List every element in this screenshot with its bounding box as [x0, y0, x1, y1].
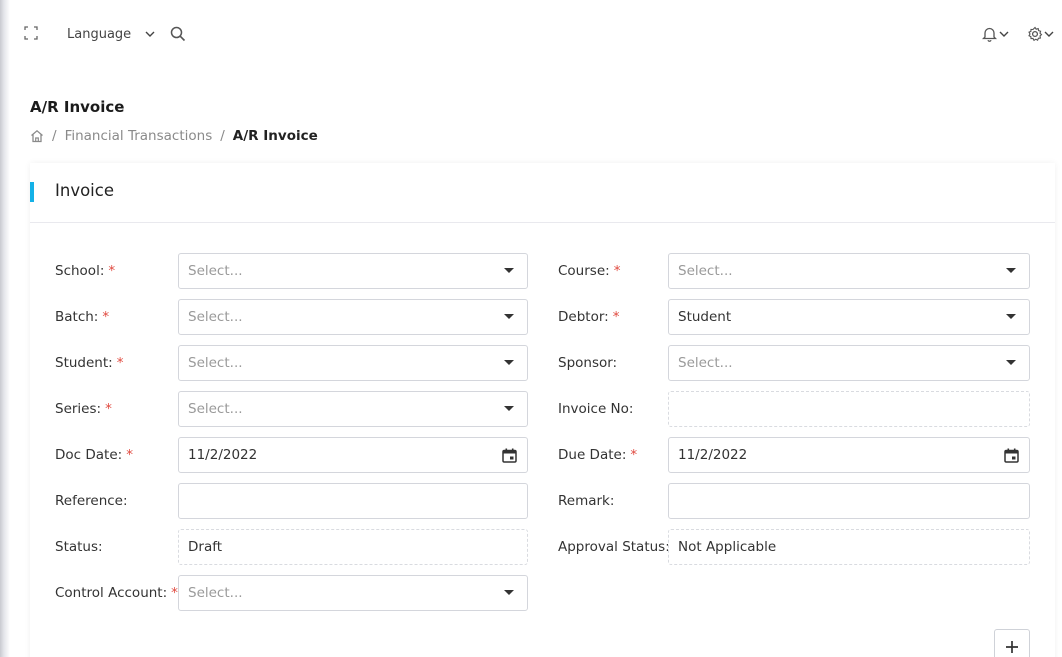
school-select[interactable]: Select... — [178, 253, 528, 289]
control-account-select[interactable]: Select... — [178, 575, 528, 611]
caret-down-icon — [504, 406, 514, 411]
due-date-input[interactable]: 11/2/2022 — [668, 437, 1030, 473]
breadcrumb-financial-transactions[interactable]: Financial Transactions — [65, 128, 213, 144]
bell-icon — [982, 27, 997, 42]
search-icon — [170, 26, 186, 42]
student-label: Student: * — [55, 355, 124, 371]
chevron-down-icon — [145, 31, 155, 37]
search-button[interactable] — [170, 25, 188, 43]
control-account-label: Control Account: * — [55, 585, 178, 601]
fullscreen-icon — [24, 26, 38, 40]
page-title: A/R Invoice — [30, 98, 125, 116]
calendar-icon[interactable] — [1004, 448, 1019, 463]
plus-icon — [1006, 641, 1018, 653]
gear-icon — [1028, 26, 1043, 42]
series-select[interactable]: Select... — [178, 391, 528, 427]
language-label: Language — [67, 26, 132, 42]
language-selector[interactable]: Language — [67, 24, 155, 44]
caret-down-icon — [504, 590, 514, 595]
school-label: School: * — [55, 263, 116, 279]
due-date-label: Due Date: * — [558, 447, 638, 463]
card-title: Invoice — [55, 181, 114, 200]
series-label: Series: * — [55, 401, 112, 417]
approval-status-label: Approval Status: — [558, 539, 670, 555]
caret-down-icon — [504, 360, 514, 365]
remark-input[interactable] — [668, 483, 1030, 519]
sponsor-select[interactable]: Select... — [668, 345, 1030, 381]
top-bar: Language — [0, 0, 1062, 66]
course-select[interactable]: Select... — [668, 253, 1030, 289]
chevron-down-icon — [999, 31, 1009, 37]
course-label: Course: * — [558, 263, 621, 279]
status-label: Status: — [55, 539, 103, 555]
breadcrumb-current: A/R Invoice — [232, 128, 318, 144]
breadcrumb-separator: / — [220, 128, 225, 144]
student-select[interactable]: Select... — [178, 345, 528, 381]
caret-down-icon — [1006, 360, 1016, 365]
home-icon[interactable] — [30, 129, 44, 143]
caret-down-icon — [1006, 314, 1016, 319]
invoice-no-label: Invoice No: — [558, 401, 634, 417]
debtor-label: Debtor: * — [558, 309, 620, 325]
sponsor-label: Sponsor: — [558, 355, 618, 371]
caret-down-icon — [504, 268, 514, 273]
notifications-button[interactable] — [982, 25, 1009, 43]
sidebar-edge-shadow — [0, 0, 10, 657]
card-header: Invoice — [30, 163, 1055, 223]
batch-label: Batch: * — [55, 309, 110, 325]
invoice-no-field — [668, 391, 1030, 427]
remark-label: Remark: — [558, 493, 615, 509]
doc-date-label: Doc Date: * — [55, 447, 133, 463]
doc-date-input[interactable]: 11/2/2022 — [178, 437, 528, 473]
breadcrumb-separator: / — [52, 128, 57, 144]
reference-input[interactable] — [178, 483, 528, 519]
status-field: Draft — [178, 529, 528, 565]
approval-status-field: Not Applicable — [668, 529, 1030, 565]
calendar-icon[interactable] — [502, 448, 517, 463]
reference-label: Reference: — [55, 493, 128, 509]
caret-down-icon — [1006, 268, 1016, 273]
caret-down-icon — [504, 314, 514, 319]
add-line-button[interactable] — [994, 629, 1030, 657]
breadcrumb: / Financial Transactions / A/R Invoice — [30, 128, 318, 144]
batch-select[interactable]: Select... — [178, 299, 528, 335]
chevron-down-icon — [1044, 31, 1054, 37]
card-accent-bar — [30, 182, 34, 202]
debtor-select[interactable]: Student — [668, 299, 1030, 335]
settings-button[interactable] — [1027, 25, 1054, 43]
fullscreen-button[interactable] — [24, 25, 40, 41]
